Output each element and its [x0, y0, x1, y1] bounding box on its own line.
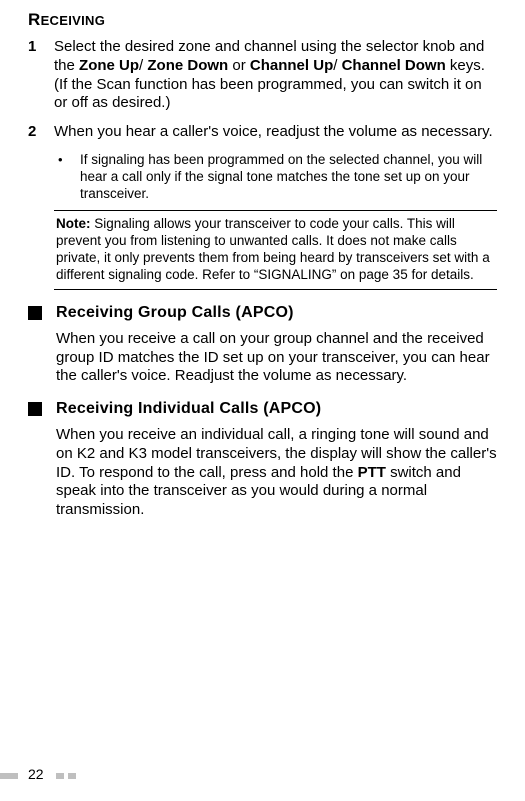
subsection-heading-row: Receiving Group Calls (APCO)	[28, 304, 497, 322]
step-2: 2 When you hear a caller's voice, readju…	[28, 123, 497, 142]
note-box: Note: Signaling allows your transceiver …	[54, 210, 497, 290]
page-number: 22	[28, 766, 44, 782]
page-footer: 22	[0, 769, 525, 783]
step-1: 1 Select the desired zone and channel us…	[28, 38, 497, 113]
square-bullet-icon	[28, 306, 42, 320]
page-title: RECEIVING	[28, 10, 497, 30]
square-bullet-icon	[28, 402, 42, 416]
subsection-body: When you receive an individual call, a r…	[56, 426, 497, 520]
footer-bar-icon	[0, 773, 18, 779]
step-body: Select the desired zone and channel usin…	[54, 38, 497, 113]
bullet-marker: •	[54, 152, 80, 203]
step-body: When you hear a caller's voice, readjust…	[54, 123, 493, 142]
subsection-heading: Receiving Group Calls (APCO)	[56, 304, 294, 322]
title-first-letter: R	[28, 10, 41, 29]
footer-bar-icon	[56, 773, 64, 779]
subsection-heading-row: Receiving Individual Calls (APCO)	[28, 400, 497, 418]
step-number: 2	[28, 123, 54, 142]
step-number: 1	[28, 38, 54, 113]
bullet-text: If signaling has been programmed on the …	[80, 152, 497, 203]
subsection-body: When you receive a call on your group ch…	[56, 330, 497, 386]
bullet-item: • If signaling has been programmed on th…	[54, 152, 497, 203]
title-rest: ECEIVING	[41, 13, 106, 28]
subsection-heading: Receiving Individual Calls (APCO)	[56, 400, 321, 418]
footer-bar-icon	[68, 773, 76, 779]
